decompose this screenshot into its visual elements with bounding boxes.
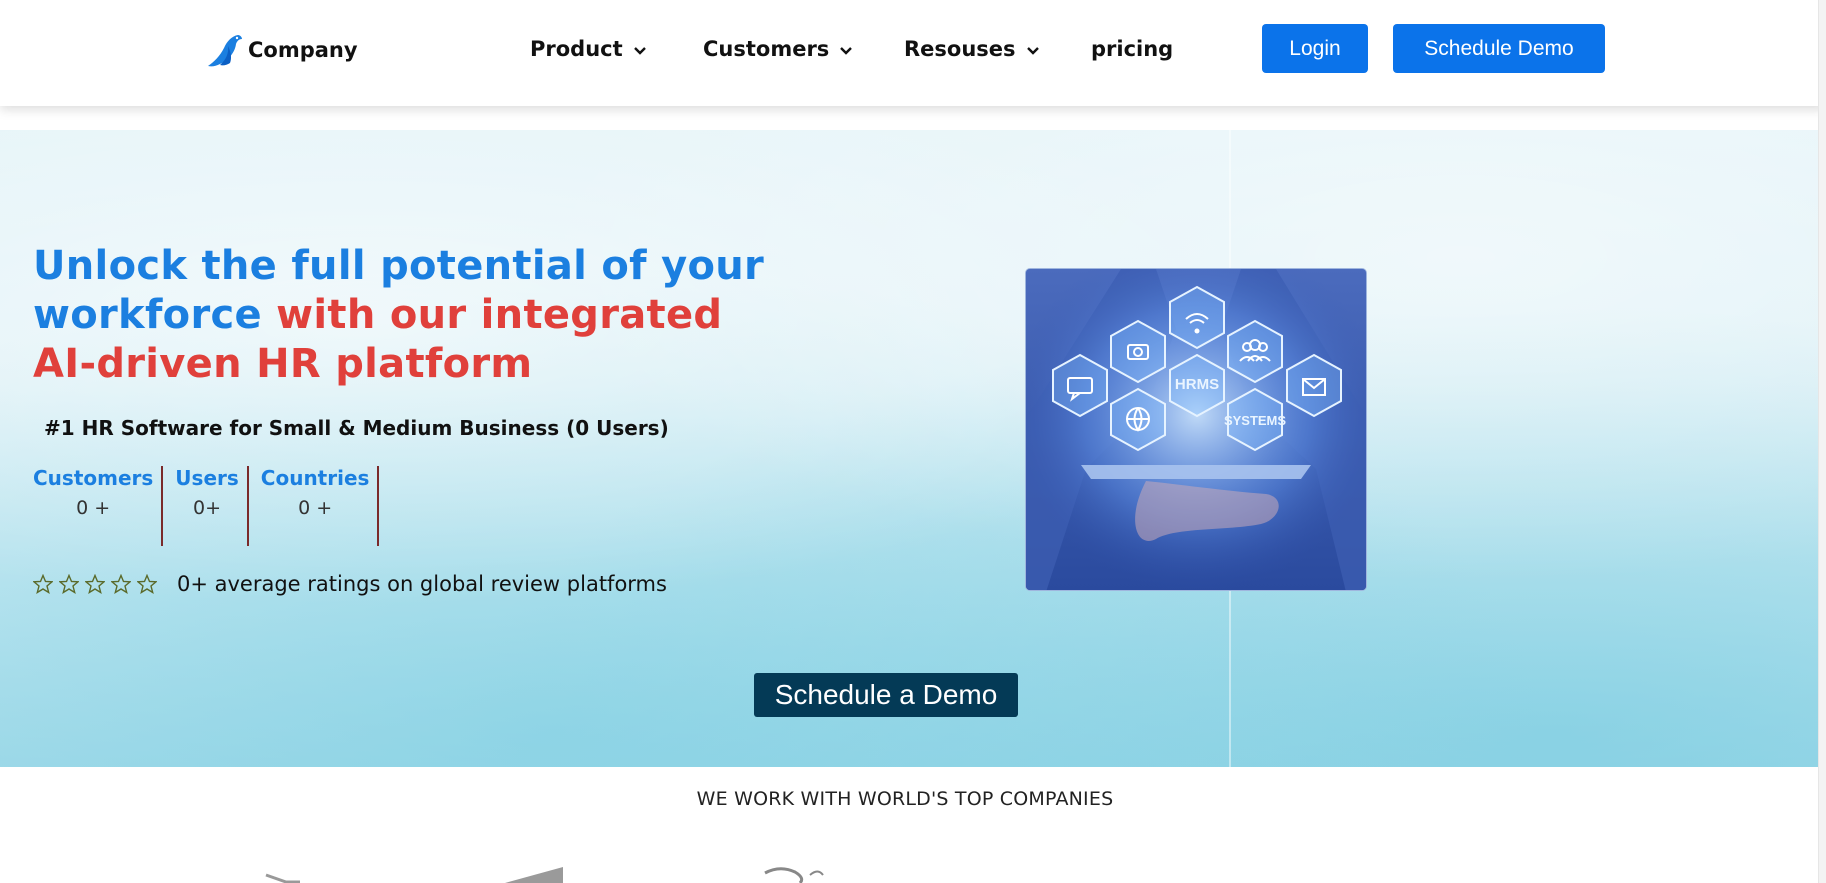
stat-value: 0 + — [76, 497, 111, 519]
hex-label: SYSTEMS — [1224, 413, 1286, 428]
nav-customers[interactable]: Customers — [703, 37, 853, 61]
star-outline-icon — [84, 573, 106, 595]
star-outline-icon — [58, 573, 80, 595]
ratings-text: 0+ average ratings on global review plat… — [177, 572, 667, 596]
hero-subheadline: #1 HR Software for Small & Medium Busine… — [44, 416, 669, 440]
nav-resources[interactable]: Resouses — [904, 37, 1040, 61]
page-scrollbar[interactable] — [1818, 0, 1826, 883]
stat-label: Customers — [33, 466, 154, 490]
partner-logo-1 — [265, 873, 300, 883]
partner-logo-2 — [505, 867, 563, 883]
nav-product-label: Product — [530, 37, 623, 61]
hrms-hexagon-network-icon: HRMS SYSTEMS — [1026, 269, 1366, 590]
stat-value: 0+ — [193, 497, 222, 519]
nav-pricing[interactable]: pricing — [1091, 37, 1173, 61]
hero-headline: Unlock the full potential of your workfo… — [33, 242, 793, 389]
hrms-hero-image: HRMS SYSTEMS — [1025, 268, 1367, 591]
chevron-down-icon — [839, 37, 853, 61]
companies-section-title: WE WORK WITH WORLD'S TOP COMPANIES — [696, 788, 1114, 810]
login-button[interactable]: Login — [1262, 24, 1368, 73]
partner-logo-3 — [764, 867, 824, 883]
site-header: Company Product Customers Resouses prici… — [0, 0, 1826, 106]
chevron-down-icon — [633, 37, 647, 61]
stat-countries: Countries 0 + — [249, 466, 380, 546]
hex-label: HRMS — [1175, 376, 1219, 393]
star-outline-icon — [110, 573, 132, 595]
hero-section: Unlock the full potential of your workfo… — [0, 130, 1826, 767]
stat-label: Users — [175, 466, 239, 490]
logo-text: Company — [248, 38, 358, 62]
company-logos-row — [0, 860, 1826, 883]
stat-customers: Customers 0 + — [33, 466, 164, 546]
schedule-demo-button[interactable]: Schedule Demo — [1393, 24, 1605, 73]
stats-row: Customers 0 + Users 0+ Countries 0 + — [33, 466, 380, 546]
rating-row: 0+ average ratings on global review plat… — [32, 572, 667, 596]
stat-label: Countries — [260, 466, 370, 490]
bird-logo-icon — [206, 32, 244, 68]
company-logo[interactable]: Company — [206, 32, 358, 68]
stat-users: Users 0+ — [163, 466, 249, 546]
nav-resources-label: Resouses — [904, 37, 1016, 61]
nav-product[interactable]: Product — [530, 37, 647, 61]
star-outline-icon — [32, 573, 54, 595]
stat-value: 0 + — [298, 497, 333, 519]
chevron-down-icon — [1026, 37, 1040, 61]
schedule-a-demo-button[interactable]: Schedule a Demo — [754, 673, 1018, 717]
nav-customers-label: Customers — [703, 37, 830, 61]
star-outline-icon — [136, 573, 158, 595]
nav-pricing-label: pricing — [1091, 37, 1174, 61]
